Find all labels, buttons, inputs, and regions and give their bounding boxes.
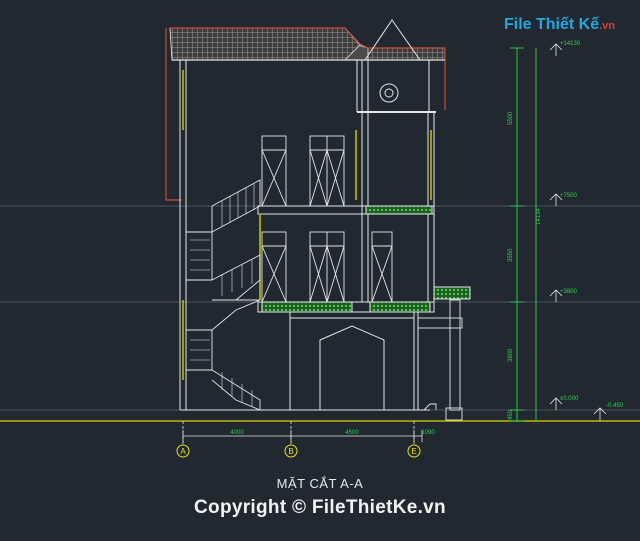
drawing-canvas: 14134 5500 3550 3800 450 +14130 +7500 +3… — [0, 0, 640, 536]
copyright-watermark: Copyright © FileThietKe.vn — [194, 497, 446, 518]
dim-bottom-0: 4000 — [230, 430, 244, 436]
vertical-dimension — [510, 47, 537, 422]
roof — [165, 19, 446, 201]
section-title: MẶT CẮT A-A — [276, 476, 364, 491]
yellow-columns — [182, 70, 432, 380]
axis-label-b: B — [288, 447, 293, 456]
axis-label-a: A — [180, 447, 186, 456]
axis-label-e: E — [411, 447, 416, 456]
dim-right-4: 450 — [508, 409, 514, 420]
logo-text: File Thiết Kế.vn — [504, 16, 615, 34]
level-label-1: +7500 — [560, 193, 578, 199]
section-drawing: 14134 5500 3550 3800 450 +14130 +7500 +3… — [0, 19, 640, 458]
dim-right-2: 3550 — [508, 248, 514, 262]
level-label-2: +3800 — [560, 289, 578, 295]
windows-upper — [261, 135, 345, 207]
dim-right-3: 3800 — [508, 348, 514, 362]
brand-logo: File Thiết Kế.vn — [496, 10, 636, 40]
axis-bubbles — [176, 444, 421, 458]
annex — [417, 299, 463, 421]
dim-right-0: 14134 — [536, 208, 542, 225]
dim-bottom-1: 4500 — [345, 430, 359, 436]
bottom-dimension — [182, 421, 423, 446]
level-label-3: ±0.000 — [560, 396, 579, 402]
level-marks — [549, 43, 607, 421]
floor-slabs — [257, 205, 471, 313]
level-label-4: -0.450 — [606, 403, 624, 409]
logo-main: File Thiết Kế — [504, 16, 600, 33]
arched-door — [290, 317, 414, 410]
dim-right-1: 5500 — [508, 111, 514, 125]
windows-middle — [261, 231, 393, 303]
dim-bottom-2: 1090 — [421, 430, 435, 436]
ground-line — [0, 409, 640, 422]
staircase — [185, 179, 261, 411]
logo-suffix: .vn — [599, 20, 616, 32]
level-label-0: +14130 — [560, 41, 581, 47]
